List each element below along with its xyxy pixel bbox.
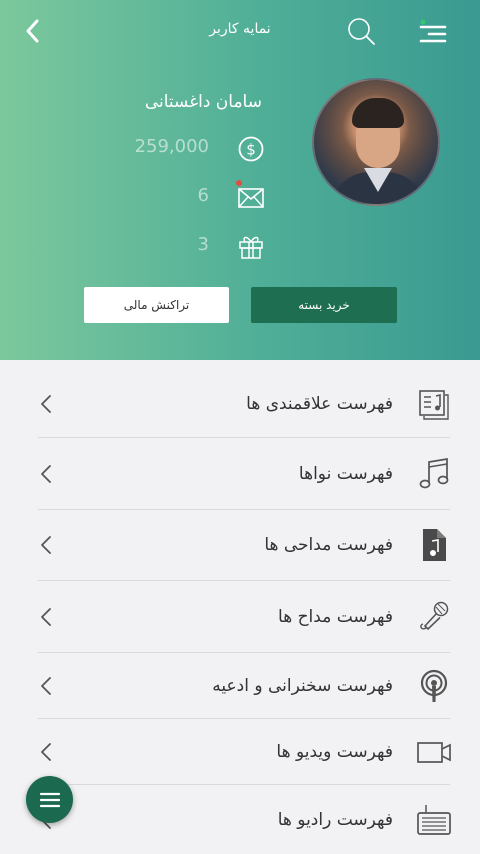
music-note-icon bbox=[419, 457, 449, 488]
list-item-label: فهرست رادیو ها bbox=[277, 809, 393, 830]
radio-icon bbox=[417, 804, 451, 835]
favorites-list-icon bbox=[419, 389, 449, 420]
video-camera-icon bbox=[417, 741, 451, 763]
microphone-icon bbox=[420, 601, 449, 630]
menu-lines-icon bbox=[39, 792, 60, 807]
user-avatar[interactable] bbox=[312, 78, 440, 206]
list-item-label: فهرست سخنرانی و ادعیه bbox=[212, 675, 393, 696]
balance-value: 259,000 bbox=[134, 136, 209, 157]
list-item-lectures[interactable]: فهرست سخنرانی و ادعیه bbox=[38, 653, 450, 719]
gifts-count: 3 bbox=[197, 234, 209, 255]
chevron-left-icon bbox=[41, 536, 51, 554]
hamburger-menu-icon[interactable] bbox=[415, 17, 449, 49]
list-item-label: فهرست مداحی ها bbox=[264, 535, 393, 555]
list-item-radios[interactable]: فهرست رادیو ها bbox=[38, 785, 451, 854]
list-item-nava[interactable]: فهرست نواها bbox=[38, 438, 450, 510]
buy-package-button[interactable]: خرید بسته bbox=[251, 287, 397, 323]
list-item-videos[interactable]: فهرست ویدیو ها bbox=[38, 719, 451, 785]
chevron-left-icon bbox=[41, 394, 51, 413]
search-icon[interactable] bbox=[345, 15, 377, 47]
chevron-left-icon bbox=[41, 607, 51, 626]
financial-transactions-button[interactable]: تراکنش مالی bbox=[84, 287, 229, 323]
list-item-label: فهرست مداح ها bbox=[278, 606, 393, 627]
gift-box-icon[interactable] bbox=[236, 231, 266, 261]
mail-envelope-icon[interactable] bbox=[236, 183, 266, 213]
svg-text:$: $ bbox=[246, 141, 256, 159]
podcast-icon bbox=[420, 669, 448, 702]
list-item-maddahi[interactable]: فهرست مداحی ها bbox=[38, 510, 450, 581]
list-item-maddah[interactable]: فهرست مداح ها bbox=[38, 581, 450, 653]
audio-file-icon bbox=[423, 529, 446, 561]
list-item-label: فهرست نواها bbox=[298, 463, 393, 484]
list-item-label: فهرست علاقمندی ها bbox=[246, 393, 393, 414]
chevron-left-icon bbox=[41, 676, 51, 695]
menu-list: فهرست علاقمندی ها فهرست نواها فهرست مداح… bbox=[0, 370, 480, 854]
list-item-label: فهرست ویدیو ها bbox=[276, 741, 393, 762]
messages-count: 6 bbox=[197, 185, 209, 206]
page-title: نمایه کاربر bbox=[209, 21, 271, 37]
chevron-left-icon bbox=[41, 742, 51, 761]
chevron-left-icon bbox=[41, 464, 51, 483]
list-item-favorites[interactable]: فهرست علاقمندی ها bbox=[38, 370, 450, 438]
profile-header: نمایه کاربر سامان داغستانی 259,000 $ 6 3 bbox=[0, 0, 480, 360]
notification-dot bbox=[236, 180, 242, 186]
user-name: سامان داغستانی bbox=[144, 92, 262, 112]
floating-menu-button[interactable] bbox=[26, 776, 73, 823]
currency-coin-icon: $ bbox=[238, 136, 264, 162]
